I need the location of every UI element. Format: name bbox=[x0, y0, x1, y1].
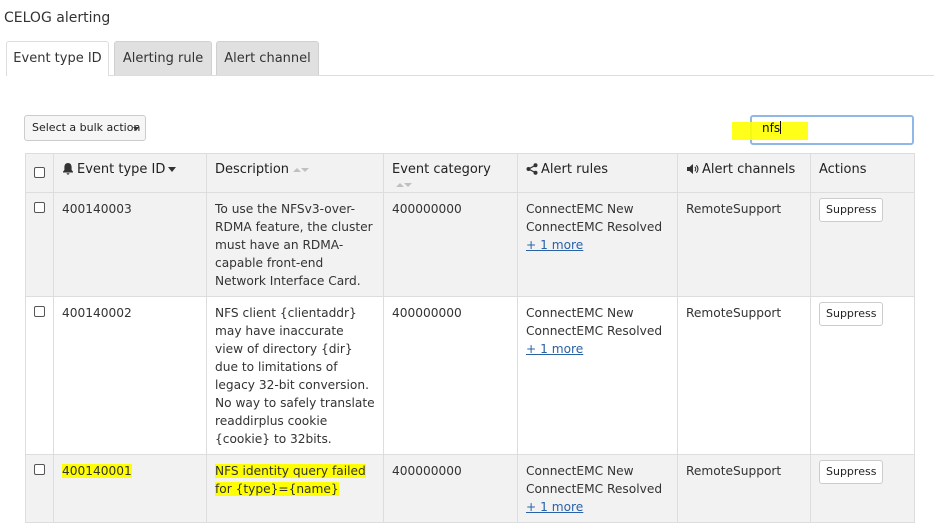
sort-icon bbox=[396, 181, 412, 189]
category-cell: 400000000 bbox=[383, 192, 518, 297]
select-all-checkbox[interactable] bbox=[34, 167, 45, 178]
sort-icon bbox=[293, 166, 310, 174]
tab-alert-channel[interactable]: Alert channel bbox=[216, 41, 319, 75]
category-cell: 400000000 bbox=[383, 296, 518, 455]
share-icon bbox=[526, 163, 538, 175]
description-cell: To use the NFSv3-over-RDMA feature, the … bbox=[206, 192, 384, 297]
event-id-cell: 400140001 bbox=[53, 454, 207, 523]
row-checkbox[interactable] bbox=[34, 202, 45, 213]
tab-bar: Event type ID Alerting rule Alert channe… bbox=[6, 41, 934, 76]
actions-cell: Suppress bbox=[810, 296, 915, 455]
caret-down-icon bbox=[133, 127, 139, 131]
alert-rule: ConnectEMC Resolved bbox=[526, 482, 663, 496]
table-row: 400140003 To use the NFSv3-over-RDMA fea… bbox=[25, 192, 915, 297]
alert-channel-cell: RemoteSupport bbox=[677, 454, 811, 523]
alert-rule: ConnectEMC Resolved bbox=[526, 324, 663, 338]
tab-alerting-rule[interactable]: Alerting rule bbox=[114, 41, 212, 75]
event-id-highlighted: 400140001 bbox=[62, 464, 132, 478]
col-event-category[interactable]: Event category bbox=[383, 153, 518, 193]
alert-rule: ConnectEMC New bbox=[526, 306, 634, 320]
bulk-action-label: Select a bulk action bbox=[32, 121, 141, 134]
alert-channel-cell: RemoteSupport bbox=[677, 192, 811, 297]
description-highlighted-line: for {type}={name} bbox=[215, 482, 339, 496]
row-select-cell bbox=[25, 454, 54, 523]
description-cell: NFS identity query failed for {type}={na… bbox=[206, 454, 384, 523]
alert-rule: ConnectEMC New bbox=[526, 202, 634, 216]
search-value: nfs bbox=[762, 121, 782, 135]
more-rules-link[interactable]: + 1 more bbox=[526, 238, 583, 252]
actions-cell: Suppress bbox=[810, 192, 915, 297]
col-actions: Actions bbox=[810, 153, 915, 193]
more-rules-link[interactable]: + 1 more bbox=[526, 500, 583, 514]
col-description[interactable]: Description bbox=[206, 153, 384, 193]
alert-rules-cell: ConnectEMC New ConnectEMC Resolved + 1 m… bbox=[517, 454, 678, 523]
description-cell: NFS client {clientaddr} may have inaccur… bbox=[206, 296, 384, 455]
suppress-button[interactable]: Suppress bbox=[819, 302, 884, 326]
col-alert-channels: Alert channels bbox=[677, 153, 811, 193]
col-event-type-id[interactable]: Event type ID bbox=[53, 153, 207, 193]
row-checkbox[interactable] bbox=[34, 464, 45, 475]
speaker-icon bbox=[687, 164, 699, 174]
suppress-button[interactable]: Suppress bbox=[819, 460, 884, 484]
alert-rule: ConnectEMC Resolved bbox=[526, 220, 663, 234]
alert-rules-cell: ConnectEMC New ConnectEMC Resolved + 1 m… bbox=[517, 192, 678, 297]
alert-rules-cell: ConnectEMC New ConnectEMC Resolved + 1 m… bbox=[517, 296, 678, 455]
table-header-row: Event type ID Description Event category… bbox=[25, 153, 915, 193]
alert-channel-cell: RemoteSupport bbox=[677, 296, 811, 455]
row-checkbox[interactable] bbox=[34, 306, 45, 317]
page-title: CELOG alerting bbox=[4, 10, 111, 26]
col-alert-rules: Alert rules bbox=[517, 153, 678, 193]
description-highlighted-line: NFS identity query failed bbox=[215, 464, 366, 478]
alert-rule: ConnectEMC New bbox=[526, 464, 634, 478]
event-id-cell: 400140003 bbox=[53, 192, 207, 297]
row-select-cell bbox=[25, 192, 54, 297]
suppress-button[interactable]: Suppress bbox=[819, 198, 884, 222]
more-rules-link[interactable]: + 1 more bbox=[526, 342, 583, 356]
event-types-table: Event type ID Description Event category… bbox=[25, 153, 915, 523]
category-cell: 400000000 bbox=[383, 454, 518, 523]
table-row: 400140002 NFS client {clientaddr} may ha… bbox=[25, 296, 915, 455]
tab-event-type-id[interactable]: Event type ID bbox=[6, 41, 109, 76]
row-select-cell bbox=[25, 296, 54, 455]
bulk-action-dropdown[interactable]: Select a bulk action bbox=[24, 115, 146, 141]
select-all-cell bbox=[25, 153, 54, 193]
sort-desc-icon bbox=[168, 167, 177, 172]
search-input[interactable]: nfs bbox=[732, 115, 914, 145]
table-row: 400140001 NFS identity query failed for … bbox=[25, 454, 915, 523]
event-id-cell: 400140002 bbox=[53, 296, 207, 455]
bell-icon bbox=[63, 163, 73, 175]
actions-cell: Suppress bbox=[810, 454, 915, 523]
